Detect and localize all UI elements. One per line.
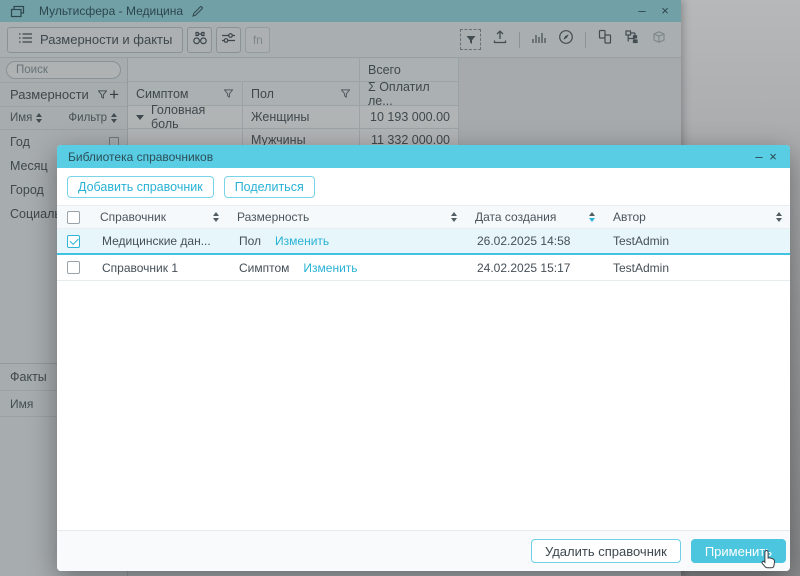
dialog-footer: Удалить справочник Применить [57, 530, 790, 571]
reference-dimension: Пол [239, 234, 261, 248]
edit-link[interactable]: Изменить [275, 234, 329, 248]
select-all-checkbox[interactable] [67, 211, 80, 224]
reference-library-dialog: Библиотека справочников – × Добавить спр… [57, 145, 790, 571]
sort-reference-icon[interactable] [213, 212, 219, 222]
row-checkbox[interactable] [67, 261, 80, 274]
dialog-title: Библиотека справочников [68, 150, 213, 164]
row-checkbox[interactable] [67, 235, 80, 248]
reference-name: Медицинские дан... [90, 234, 227, 248]
reference-author: TestAdmin [603, 234, 790, 248]
edit-link[interactable]: Изменить [303, 261, 357, 275]
reference-created: 24.02.2025 15:17 [465, 261, 603, 275]
reference-author: TestAdmin [603, 261, 790, 275]
sort-author-icon[interactable] [776, 212, 782, 222]
dialog-close-button[interactable]: × [766, 149, 780, 164]
reference-created: 26.02.2025 14:58 [465, 234, 603, 248]
column-header-dimension[interactable]: Размерность [227, 206, 465, 228]
dialog-minimize-button[interactable]: – [752, 149, 766, 164]
references-table: Справочник Размерность Дата создания Авт… [57, 205, 790, 281]
references-table-header: Справочник Размерность Дата создания Авт… [57, 205, 790, 229]
reference-dimension: Симптом [239, 261, 289, 275]
column-header-created[interactable]: Дата создания [465, 206, 603, 228]
delete-reference-button[interactable]: Удалить справочник [531, 539, 681, 563]
dialog-titlebar: Библиотека справочников – × [57, 145, 790, 168]
table-row-selected[interactable]: Медицинские дан... Пол Изменить 26.02.20… [57, 229, 790, 255]
column-header-reference[interactable]: Справочник [90, 206, 227, 228]
share-button[interactable]: Поделиться [224, 176, 315, 198]
mouse-pointer-icon [761, 549, 778, 571]
reference-name: Справочник 1 [90, 261, 227, 275]
sort-dimension-icon[interactable] [451, 212, 457, 222]
column-header-author[interactable]: Автор [603, 206, 790, 228]
add-reference-button[interactable]: Добавить справочник [67, 176, 214, 198]
sort-created-icon[interactable] [589, 212, 595, 222]
table-row[interactable]: Справочник 1 Симптом Изменить 24.02.2025… [57, 255, 790, 281]
